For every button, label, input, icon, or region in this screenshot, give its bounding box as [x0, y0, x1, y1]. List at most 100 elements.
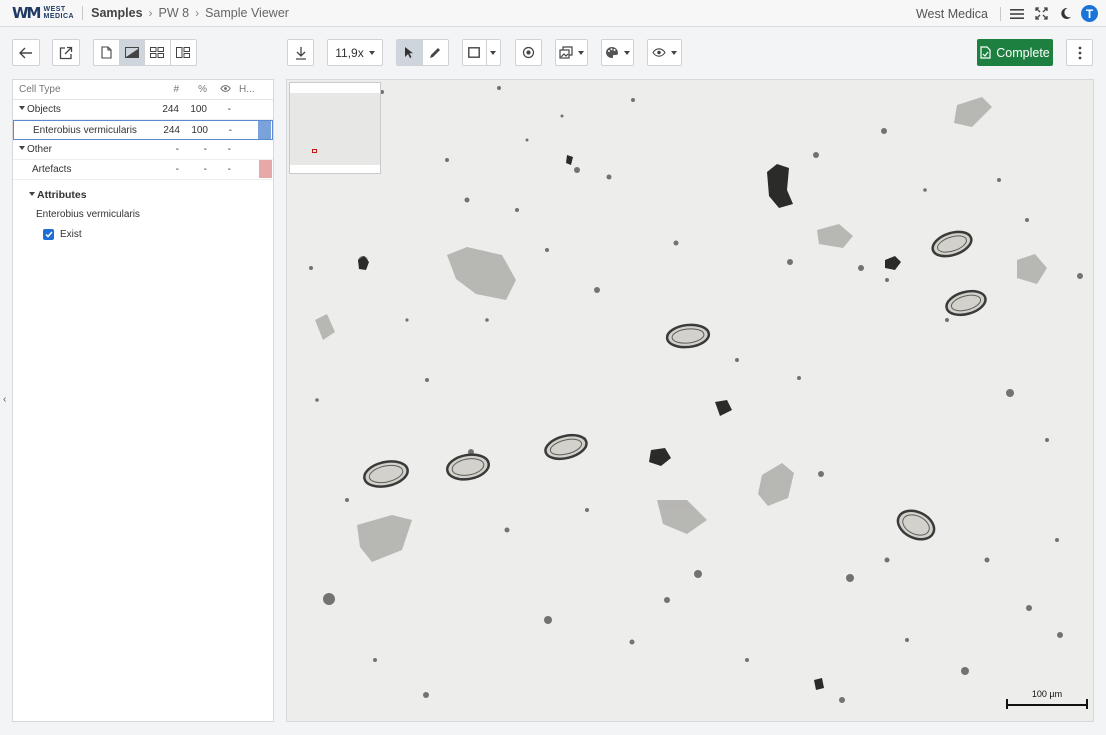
breadcrumb-current: Sample Viewer	[205, 6, 289, 20]
column-percent[interactable]: %	[179, 84, 207, 95]
zoom-dropdown[interactable]: 11,9x	[327, 39, 383, 66]
back-button[interactable]	[12, 39, 40, 66]
color-swatch[interactable]	[259, 160, 272, 178]
chevron-down-icon	[624, 50, 630, 55]
row-visibility[interactable]: -	[208, 125, 232, 136]
breadcrumb-samples[interactable]: Samples	[91, 6, 142, 20]
scale-tick	[1006, 699, 1008, 709]
eye-icon	[220, 85, 231, 92]
row-percent: -	[203, 144, 207, 155]
menu-icon[interactable]	[1009, 6, 1025, 22]
table-row-artefacts[interactable]: Artefacts - - -	[13, 160, 273, 180]
document-view-button[interactable]	[94, 40, 120, 65]
pencil-icon	[430, 47, 441, 58]
open-external-button[interactable]	[52, 39, 80, 66]
fullscreen-icon[interactable]	[1033, 6, 1049, 22]
column-visibility[interactable]	[207, 84, 231, 95]
column-cell-type[interactable]: Cell Type	[13, 84, 155, 95]
shape-tool-dropdown[interactable]	[462, 39, 501, 66]
more-options-button[interactable]	[1066, 39, 1093, 66]
zoom-level: 11,9x	[335, 45, 364, 60]
image-viewer[interactable]: 100 µm	[286, 79, 1094, 722]
row-percent: 100	[191, 124, 208, 136]
column-h[interactable]: H...	[231, 84, 261, 95]
row-label: Artefacts	[32, 164, 72, 175]
attributes-header[interactable]: Attributes	[13, 187, 273, 203]
breadcrumb-sample[interactable]: PW 8	[159, 6, 190, 20]
table-header: Cell Type # % H...	[13, 80, 273, 100]
west-medica-logo[interactable]: WM WEST MEDICA	[12, 4, 74, 22]
exist-checkbox[interactable]	[43, 228, 54, 240]
document-check-icon	[980, 46, 991, 59]
image-view-button[interactable]	[119, 40, 145, 65]
caret-down-icon	[29, 192, 35, 196]
scale-line	[1006, 704, 1088, 706]
image-adjust-icon	[559, 46, 573, 59]
logo-mark: WM	[12, 4, 42, 22]
row-count: 244	[162, 104, 179, 115]
chevron-down-icon	[368, 50, 375, 55]
complete-label: Complete	[996, 45, 1050, 60]
table-row-enterobius[interactable]: Enterobius vermicularis 244 100 -	[13, 120, 273, 140]
split-view-button[interactable]	[171, 40, 196, 65]
pointer-tool-button[interactable]	[397, 40, 423, 65]
chevron-down-icon	[489, 50, 496, 55]
row-visibility[interactable]: -	[207, 144, 231, 155]
rectangle-icon	[467, 47, 480, 58]
kebab-menu-icon	[1078, 46, 1081, 59]
organization-name: West Medica	[915, 6, 988, 21]
collapse-panel-icon[interactable]: ‹	[3, 394, 6, 405]
row-count: -	[175, 144, 179, 155]
row-count: -	[175, 164, 179, 175]
visibility-dropdown[interactable]	[647, 39, 682, 66]
caret-down-icon[interactable]	[19, 106, 25, 111]
view-mode-group	[93, 39, 197, 66]
row-percent: -	[203, 164, 207, 175]
attribute-cell-name: Enterobius vermicularis	[36, 208, 140, 220]
logo-line-1: WEST	[43, 6, 66, 13]
chevron-down-icon	[578, 50, 584, 55]
eye-icon	[652, 48, 666, 57]
scale-tick	[1086, 699, 1088, 709]
layers-dropdown[interactable]	[555, 39, 588, 66]
complete-button[interactable]: Complete	[977, 39, 1053, 66]
color-palette-dropdown[interactable]	[601, 39, 634, 66]
target-button[interactable]	[515, 39, 542, 66]
table-row-other[interactable]: Other - - -	[13, 140, 273, 160]
cell-type-panel: Cell Type # % H... Objects 244 100 - Ent…	[12, 79, 274, 722]
microscope-image	[287, 80, 1093, 721]
checkmark-icon	[44, 231, 53, 238]
caret-down-icon[interactable]	[19, 146, 25, 151]
row-visibility[interactable]: -	[207, 104, 231, 115]
attributes-title: Attributes	[37, 189, 87, 201]
minimap-image	[290, 93, 380, 165]
column-count[interactable]: #	[155, 84, 179, 95]
arrow-left-icon	[19, 47, 32, 58]
external-link-icon	[59, 46, 73, 59]
row-label: Other	[27, 144, 53, 155]
pencil-tool-button[interactable]	[423, 40, 448, 65]
row-label: Objects	[27, 104, 61, 115]
user-avatar[interactable]: T	[1081, 5, 1098, 22]
image-view-icon	[124, 47, 139, 58]
row-visibility[interactable]: -	[207, 164, 231, 175]
divider	[82, 6, 84, 20]
divider	[485, 40, 487, 65]
scale-label: 100 µm	[1031, 689, 1063, 699]
download-icon	[295, 46, 306, 60]
split-view-icon	[176, 47, 191, 58]
crosshair-icon	[522, 46, 535, 59]
grid-view-button[interactable]	[145, 40, 171, 65]
palette-icon	[606, 47, 618, 58]
download-button[interactable]	[287, 39, 314, 66]
top-bar: WM WEST MEDICA Samples › PW 8 › Sample V…	[0, 0, 1106, 27]
dark-mode-icon[interactable]	[1057, 6, 1073, 22]
divider	[1000, 6, 1001, 21]
table-row-objects[interactable]: Objects 244 100 -	[13, 100, 273, 120]
chevron-down-icon	[671, 50, 677, 55]
minimap-viewport-marker[interactable]	[312, 149, 317, 153]
minimap[interactable]	[289, 82, 381, 174]
exist-checkbox-row[interactable]: Exist	[13, 225, 273, 243]
color-swatch[interactable]	[258, 121, 271, 139]
top-right-controls: West Medica T	[916, 0, 1098, 27]
